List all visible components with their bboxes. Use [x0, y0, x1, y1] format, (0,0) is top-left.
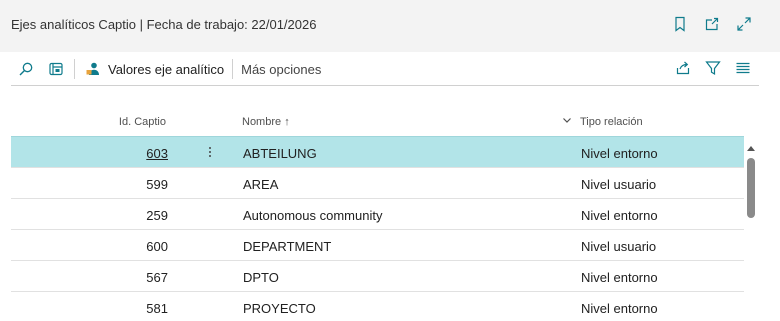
edit-list-icon[interactable]: [46, 59, 66, 79]
cell-id[interactable]: 603: [11, 146, 168, 161]
column-header-nombre[interactable]: Nombre ↑: [242, 116, 290, 128]
mas-opciones-button[interactable]: Más opciones: [241, 62, 321, 77]
cell-tipo: Nivel usuario: [581, 239, 657, 254]
list-view-icon[interactable]: [733, 58, 753, 78]
table-row[interactable]: 581 PROYECTO Nivel entorno: [11, 291, 744, 321]
cell-tipo: Nivel entorno: [581, 208, 658, 223]
cell-tipo: Nivel entorno: [581, 270, 658, 285]
vertical-scrollbar[interactable]: [745, 140, 757, 321]
filter-icon[interactable]: [703, 58, 723, 78]
cell-tipo: Nivel entorno: [581, 301, 658, 316]
search-icon[interactable]: [16, 59, 36, 79]
cell-nombre: Autonomous community: [243, 208, 383, 223]
cell-nombre: DEPARTMENT: [243, 239, 332, 254]
page-header: Ejes analíticos Captio | Fecha de trabaj…: [0, 0, 780, 52]
toolbar-separator: [74, 59, 75, 79]
table-header: Id. Captio Nombre ↑ Tipo relación: [11, 112, 744, 136]
column-header-nombre-label: Nombre: [242, 116, 282, 128]
row-actions-icon[interactable]: [204, 143, 216, 161]
table-row[interactable]: 603 ABTEILUNG Nivel entorno: [11, 136, 744, 167]
toolbar-separator: [232, 59, 234, 79]
table-row[interactable]: 600 DEPARTMENT Nivel usuario: [11, 229, 744, 260]
cell-id[interactable]: 599: [11, 177, 168, 192]
sort-ascending-icon: ↑: [284, 116, 290, 128]
page-title: Ejes analíticos Captio | Fecha de trabaj…: [11, 17, 317, 32]
column-header-tipo[interactable]: Tipo relación: [580, 116, 643, 128]
cell-id[interactable]: 259: [11, 208, 168, 223]
action-bar: Valores eje analítico Más opciones: [11, 52, 759, 86]
scroll-up-icon[interactable]: [747, 146, 755, 151]
content-area: Valores eje analítico Más opciones Id. C…: [0, 52, 780, 321]
mas-opciones-label: Más opciones: [241, 61, 322, 77]
header-actions: [670, 14, 754, 34]
table-row[interactable]: 567 DPTO Nivel entorno: [11, 260, 744, 291]
open-new-window-icon[interactable]: [702, 14, 722, 34]
scrollbar-thumb[interactable]: [747, 158, 755, 218]
cell-tipo: Nivel usuario: [581, 177, 657, 192]
cell-nombre: DPTO: [243, 270, 279, 285]
cell-nombre: ABTEILUNG: [243, 146, 317, 161]
bookmark-icon[interactable]: [670, 14, 690, 34]
chevron-down-icon[interactable]: [562, 115, 572, 128]
expand-icon[interactable]: [734, 14, 754, 34]
cell-id[interactable]: 581: [11, 301, 168, 316]
cell-id[interactable]: 567: [11, 270, 168, 285]
person-icon: [83, 59, 103, 79]
cell-nombre: PROYECTO: [243, 301, 316, 316]
table-body: 603 ABTEILUNG Nivel entorno 599 AREA Niv…: [11, 136, 744, 321]
cell-tipo: Nivel entorno: [581, 146, 658, 161]
table-row[interactable]: 259 Autonomous community Nivel entorno: [11, 198, 744, 229]
share-icon[interactable]: [673, 58, 693, 78]
valores-eje-analitico-button[interactable]: Valores eje analítico: [83, 59, 224, 79]
valores-eje-analitico-label: Valores eje analítico: [108, 61, 225, 77]
cell-nombre: AREA: [243, 177, 279, 192]
cell-id[interactable]: 600: [11, 239, 168, 254]
table-row[interactable]: 599 AREA Nivel usuario: [11, 167, 744, 198]
column-header-id[interactable]: Id. Captio: [11, 116, 166, 128]
